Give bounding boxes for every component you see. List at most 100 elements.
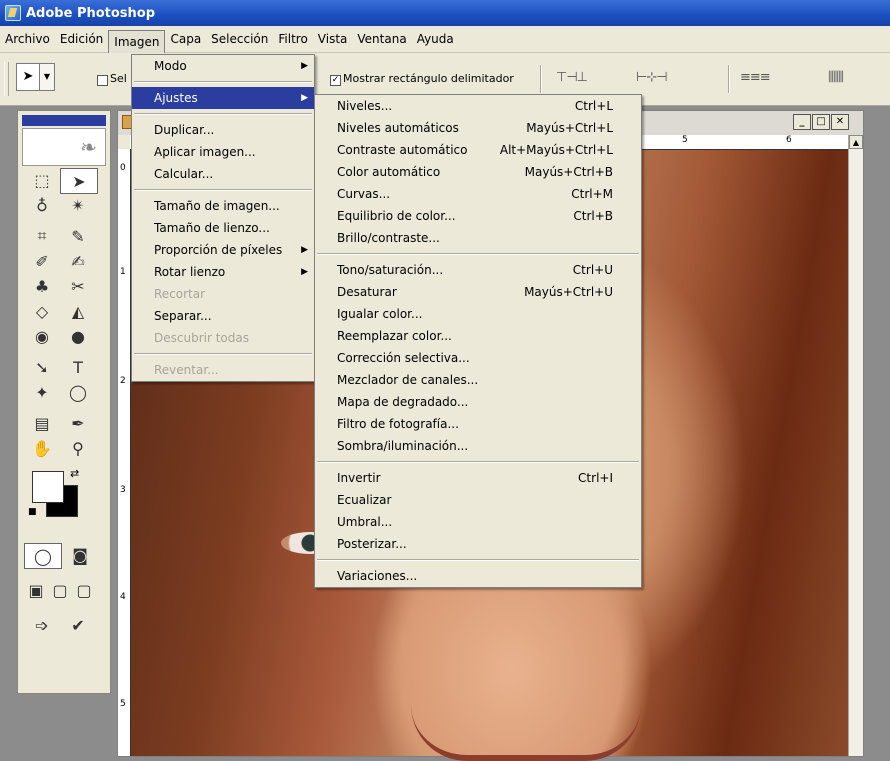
options-grip[interactable] — [4, 62, 9, 96]
move-tool-preset-icon[interactable]: ➤ — [16, 63, 40, 91]
tool-row: ⌗ ✎ — [24, 224, 104, 249]
tool-button-icon[interactable]: ◯ — [60, 380, 96, 404]
tool-button-icon[interactable]: T — [60, 355, 96, 379]
menu-archivo[interactable]: Archivo — [0, 29, 55, 49]
imagen-item-duplicar[interactable]: Duplicar... — [132, 119, 314, 141]
tool-button-icon[interactable]: ✐ — [24, 249, 60, 273]
menu-filtro[interactable]: Filtro — [273, 29, 312, 49]
tool-button-icon[interactable]: ◇ — [24, 299, 60, 323]
close-button[interactable]: ✕ — [831, 114, 849, 130]
ruler-label: 4 — [120, 592, 126, 602]
tool-button-icon[interactable]: ➘ — [24, 355, 60, 379]
quick-mask-mode-icon[interactable]: ◙ — [62, 543, 98, 567]
ajustes-item-filtro-de-fotografia[interactable]: Filtro de fotografía... — [315, 413, 641, 435]
ajustes-item-contraste-automatico[interactable]: Contraste automático Alt+Mayús+Ctrl+L — [315, 139, 641, 161]
ajustes-item-sombra-iluminacion[interactable]: Sombra/iluminación... — [315, 435, 641, 457]
ajustes-item-invertir[interactable]: Invertir Ctrl+I — [315, 467, 641, 489]
standard-mode-icon[interactable]: ◯ — [24, 543, 62, 569]
tool-button-icon[interactable]: ▤ — [24, 411, 60, 435]
tool-button-icon[interactable]: ✦ — [24, 380, 60, 404]
align-buttons-group-2[interactable]: ⊢⊹⊣ — [636, 70, 668, 86]
ajustes-item-variaciones[interactable]: Variaciones... — [315, 565, 641, 587]
jump-to-imageready-icon[interactable]: ➩ — [24, 613, 60, 637]
tool-button-icon[interactable]: ⚲ — [60, 436, 96, 460]
menu-seleccion[interactable]: Selección — [206, 29, 273, 49]
tool-row: ✐ ✍ — [24, 249, 104, 274]
tool-button-icon[interactable]: ➤ — [60, 168, 98, 194]
imagen-item-proporcion-de-pixeles[interactable]: Proporción de píxeles ▶ — [132, 239, 314, 261]
tool-button-icon[interactable]: ◉ — [24, 324, 60, 348]
tool-button-icon[interactable]: ⬚ — [24, 168, 60, 192]
tool-button-icon[interactable]: ✋ — [24, 436, 60, 460]
tool-button-icon[interactable]: ✴ — [60, 193, 96, 217]
menu-separator — [134, 81, 312, 83]
maximize-button[interactable]: □ — [812, 114, 830, 130]
menu-ayuda[interactable]: Ayuda — [412, 29, 459, 49]
ajustes-item-igualar-color[interactable]: Igualar color... — [315, 303, 641, 325]
tool-button-icon[interactable]: ✎ — [60, 224, 96, 248]
ajustes-item-mapa-de-degradado[interactable]: Mapa de degradado... — [315, 391, 641, 413]
show-bounds-checkbox[interactable]: ✓ — [330, 75, 341, 86]
menu-separator — [134, 189, 312, 191]
auto-select-checkbox[interactable] — [97, 75, 108, 86]
minimize-button[interactable]: _ — [793, 114, 811, 130]
tool-button-icon[interactable]: ♁ — [24, 193, 60, 217]
ajustes-item-niveles-automaticos[interactable]: Niveles automáticos Mayús+Ctrl+L — [315, 117, 641, 139]
ruler-label: 3 — [120, 485, 126, 495]
edit-in-imageready-icon[interactable]: ✔ — [60, 613, 96, 637]
menu-edicion[interactable]: Edición — [55, 29, 108, 49]
ajustes-item-correccion-selectiva[interactable]: Corrección selectiva... — [315, 347, 641, 369]
scroll-up-icon[interactable]: ▲ — [849, 135, 863, 149]
distribute-buttons-group-1[interactable]: ≡≡≡ — [740, 70, 771, 86]
jump-row: ➩ ✔ — [24, 613, 104, 638]
tool-button-icon[interactable]: ✂ — [60, 274, 96, 298]
imagen-item-separar[interactable]: Separar... — [132, 305, 314, 327]
menu-ventana[interactable]: Ventana — [352, 29, 411, 49]
standard-screen-mode-icon[interactable]: ▣ — [24, 578, 48, 602]
imagen-item-rotar-lienzo[interactable]: Rotar lienzo ▶ — [132, 261, 314, 283]
menu-vista[interactable]: Vista — [313, 29, 353, 49]
toolbox-header[interactable] — [22, 115, 106, 126]
tool-button-icon[interactable]: ✒ — [60, 411, 96, 435]
imagen-item-ajustes[interactable]: Ajustes ▶ — [132, 87, 314, 109]
tool-button-icon[interactable]: ✍ — [60, 249, 96, 273]
vertical-scrollbar[interactable]: ▲ — [848, 135, 863, 756]
menu-imagen[interactable]: Imagen — [108, 29, 166, 53]
full-screen-menu-mode-icon[interactable]: ▢ — [48, 578, 72, 602]
menu-capa[interactable]: Capa — [165, 29, 206, 49]
feather-icon[interactable]: ❧ — [22, 128, 106, 166]
tool-button-icon[interactable]: ⌗ — [24, 224, 60, 248]
ruler-label: 5 — [682, 135, 688, 145]
ajustes-item-tono-saturacion[interactable]: Tono/saturación... Ctrl+U — [315, 259, 641, 281]
tool-row: ▤ ✒ — [24, 411, 104, 436]
tool-button-icon[interactable]: ● — [60, 324, 96, 348]
ajustes-item-reemplazar-color[interactable]: Reemplazar color... — [315, 325, 641, 347]
ajustes-item-curvas[interactable]: Curvas... Ctrl+M — [315, 183, 641, 205]
imagen-item-modo[interactable]: Modo ▶ — [132, 55, 314, 77]
default-colors-icon[interactable]: ■ — [28, 507, 37, 517]
menu-item-label: Calcular... — [154, 167, 214, 181]
full-screen-mode-icon[interactable]: ▢ — [72, 578, 96, 602]
ajustes-item-color-automatico[interactable]: Color automático Mayús+Ctrl+B — [315, 161, 641, 183]
tool-button-icon[interactable]: ♣ — [24, 274, 60, 298]
imagen-item-tamano-de-lienzo[interactable]: Tamaño de lienzo... — [132, 217, 314, 239]
imagen-item-aplicar-imagen[interactable]: Aplicar imagen... — [132, 141, 314, 163]
tool-button-icon[interactable]: ◭ — [60, 299, 96, 323]
swap-colors-icon[interactable]: ⇄ — [70, 467, 79, 480]
ajustes-item-umbral[interactable]: Umbral... — [315, 511, 641, 533]
imagen-item-calcular[interactable]: Calcular... — [132, 163, 314, 185]
ajustes-item-niveles[interactable]: Niveles... Ctrl+L — [315, 95, 641, 117]
ajustes-item-desaturar[interactable]: Desaturar Mayús+Ctrl+U — [315, 281, 641, 303]
ajustes-item-mezclador-de-canales[interactable]: Mezclador de canales... — [315, 369, 641, 391]
foreground-color-swatch[interactable] — [32, 471, 64, 503]
imagen-item-tamano-de-imagen[interactable]: Tamaño de imagen... — [132, 195, 314, 217]
menu-bar: Archivo Edición Imagen Capa Selección Fi… — [0, 26, 890, 53]
ajustes-item-brillo-contraste[interactable]: Brillo/contraste... — [315, 227, 641, 249]
align-buttons-group-1[interactable]: ⊤⊣⊥ — [556, 70, 588, 86]
ajustes-item-equilibrio-de-color[interactable]: Equilibrio de color... Ctrl+B — [315, 205, 641, 227]
ajustes-item-ecualizar[interactable]: Ecualizar — [315, 489, 641, 511]
ajustes-item-posterizar[interactable]: Posterizar... — [315, 533, 641, 555]
distribute-buttons-group-2[interactable]: ⫼⫼⫼ — [828, 70, 844, 86]
preset-dropdown-arrow-icon[interactable]: ▼ — [39, 63, 55, 91]
options-separator — [728, 65, 730, 93]
